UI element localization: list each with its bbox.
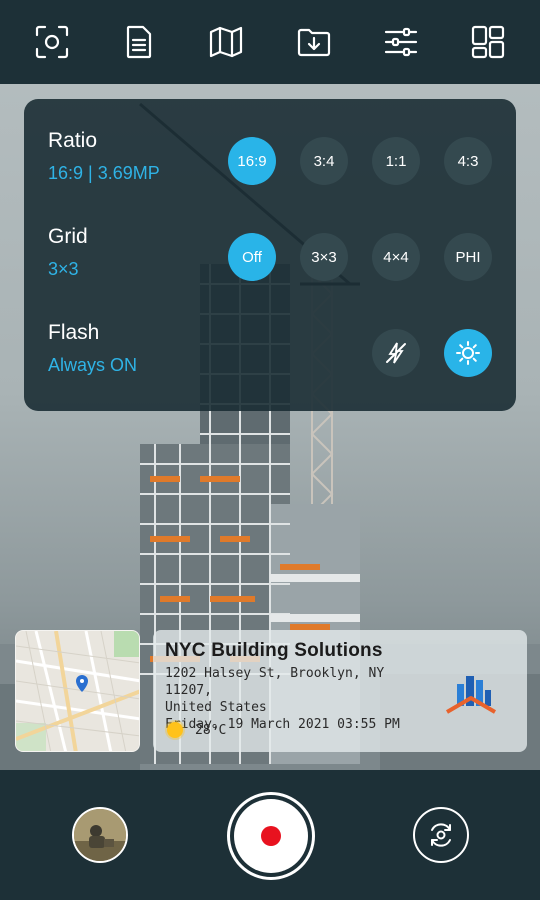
location-map-thumbnail[interactable] <box>15 630 140 752</box>
building-house-logo <box>445 676 497 714</box>
flash-value: Always ON <box>48 355 138 375</box>
folder-download-icon <box>297 28 330 57</box>
switch-camera-icon <box>431 823 451 847</box>
ratio-option-16-9[interactable]: 16:9 <box>228 137 276 185</box>
street-map-image <box>16 631 139 751</box>
grid-value: 3×3 <box>48 259 79 279</box>
focus-scan-icon <box>35 25 68 59</box>
grid-title: Grid <box>48 225 88 248</box>
address-line-2: United States <box>165 700 267 715</box>
ratio-title: Ratio <box>48 129 98 152</box>
grid-option-4x4[interactable]: 4×4 <box>372 233 420 281</box>
templates-button[interactable] <box>460 14 516 70</box>
flash-title: Flash <box>48 321 100 344</box>
grid-row: Grid 3×3 Off 3×3 4×4 PHI <box>24 207 516 303</box>
folder-button[interactable] <box>286 14 342 70</box>
flash-off-button[interactable] <box>372 329 420 377</box>
record-shutter-button[interactable] <box>227 792 315 880</box>
bottom-controls <box>0 770 540 900</box>
weather: 28°C <box>167 722 226 738</box>
ratio-value: 16:9 | 3.69MP <box>48 163 160 183</box>
ratio-option-3-4[interactable]: 3:4 <box>300 137 348 185</box>
adjust-settings-button[interactable] <box>373 14 429 70</box>
gallery-thumbnail[interactable] <box>72 807 128 863</box>
layout-grid-icon <box>472 25 505 59</box>
sun-icon <box>167 722 183 738</box>
flash-row: Flash Always ON <box>24 303 516 399</box>
map-button[interactable] <box>198 14 254 70</box>
camera-settings-panel: Ratio 16:9 | 3.69MP 16:9 3:4 1:1 4:3 Gri… <box>24 99 516 411</box>
flash-on-button[interactable] <box>444 329 492 377</box>
last-photo-image <box>74 809 126 861</box>
address-line-1: 1202 Halsey St, Brooklyn, NY 11207, <box>165 666 385 698</box>
switch-camera-button[interactable] <box>413 807 469 863</box>
notes-button[interactable] <box>111 14 167 70</box>
ratio-row: Ratio 16:9 | 3.69MP 16:9 3:4 1:1 4:3 <box>24 111 516 207</box>
settings-sliders-icon <box>384 27 418 57</box>
temperature: 28°C <box>195 722 227 738</box>
flash-off-icon <box>386 342 406 364</box>
ratio-option-1-1[interactable]: 1:1 <box>372 137 420 185</box>
grid-option-phi[interactable]: PHI <box>444 233 492 281</box>
focus-scan-button[interactable] <box>24 14 80 70</box>
ratio-option-4-3[interactable]: 4:3 <box>444 137 492 185</box>
flash-on-icon <box>456 341 480 365</box>
document-icon <box>126 25 152 59</box>
top-toolbar <box>0 0 540 84</box>
map-icon <box>210 26 243 58</box>
shutter-inner <box>234 799 308 873</box>
company-name: NYC Building Solutions <box>165 640 383 661</box>
grid-option-off[interactable]: Off <box>228 233 276 281</box>
record-dot-icon <box>261 826 281 846</box>
grid-option-3x3[interactable]: 3×3 <box>300 233 348 281</box>
location-stamp-card[interactable]: NYC Building Solutions 1202 Halsey St, B… <box>153 630 527 752</box>
